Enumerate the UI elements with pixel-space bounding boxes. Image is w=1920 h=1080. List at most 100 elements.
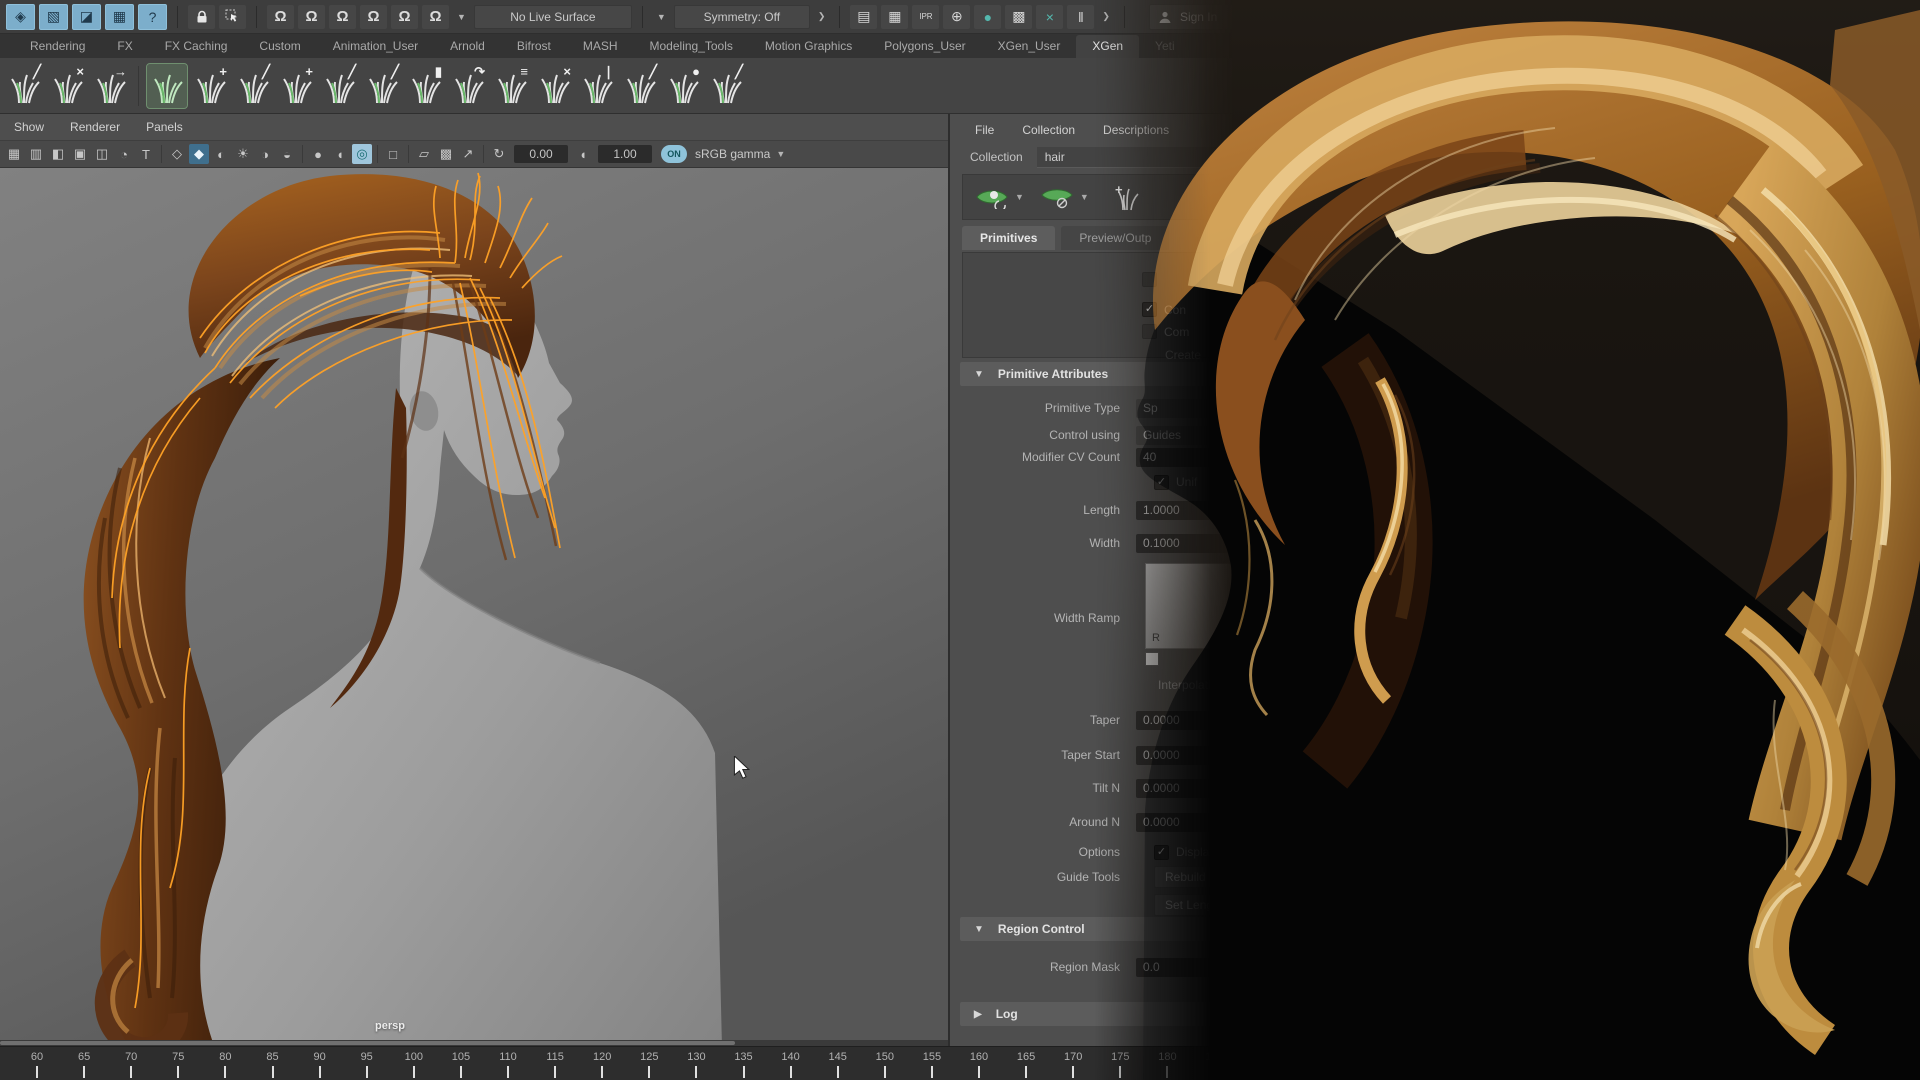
color-management-toggle[interactable]: ON (661, 145, 687, 163)
xgen-part-icon[interactable]: ╱ (620, 64, 660, 108)
pick-cursor-icon[interactable] (219, 5, 246, 29)
vp-xray-icon[interactable]: ◖ (330, 144, 350, 164)
render-frame-icon[interactable]: ▦ (881, 5, 908, 29)
region-mask-field[interactable]: 0.0 (1136, 958, 1247, 977)
xgen-tab-primitives[interactable]: Primitives (962, 226, 1055, 250)
xgen-delete-guide-icon[interactable]: × (47, 64, 87, 108)
shelf-tab-bifrost[interactable]: Bifrost (501, 35, 567, 58)
shelf-tab-fx[interactable]: FX (101, 35, 148, 58)
xgen-bend-icon[interactable]: ↷ (448, 64, 488, 108)
section-region-control[interactable]: ▼ Region Control (960, 917, 1585, 941)
exposure-field[interactable]: 0.00 (514, 145, 568, 163)
ramp-marker-handle[interactable] (1145, 652, 1159, 666)
vp-image-plane-icon[interactable]: ▱ (414, 144, 434, 164)
textured-sphere-icon[interactable]: ● (974, 5, 1001, 29)
chevron-down-icon[interactable]: ▼ (1015, 192, 1024, 202)
xgen-draw-guide-icon[interactable]: ╱ (4, 64, 44, 108)
vp-isolate-select-icon[interactable]: □ (383, 144, 403, 164)
attr-value-field[interactable]: 0.0000 (1136, 746, 1247, 765)
paint-effects-icon[interactable]: × (1036, 5, 1063, 29)
visibility-eye-icon[interactable] (975, 185, 1009, 209)
make-live-icon[interactable]: Ω (422, 5, 449, 29)
attr-dropdown[interactable]: Guides (1136, 426, 1247, 445)
collection-name-field[interactable]: hair (1037, 147, 1255, 168)
panel-menu-panels[interactable]: Panels (146, 120, 183, 134)
select-hierarchy-icon[interactable]: ◈ (6, 4, 35, 30)
gamma-field[interactable]: 1.00 (598, 145, 652, 163)
primitives-list[interactable] (962, 252, 1582, 358)
vp-film-gate-icon[interactable]: ▥ (26, 144, 46, 164)
xgen-freeze-icon[interactable]: ❘ (577, 64, 617, 108)
shelf-tab-xgen-user[interactable]: XGen_User (982, 35, 1077, 58)
checkbox-icon[interactable]: ✓ (1154, 845, 1169, 860)
time-slider[interactable]: 6065707580859095100105110115120125130135… (0, 1046, 1920, 1080)
shelf-tab-xgen[interactable]: XGen (1076, 35, 1139, 58)
panel-menu-show[interactable]: Show (14, 120, 44, 134)
xgen-add-guide-icon[interactable]: + (190, 64, 230, 108)
panel-menu-renderer[interactable]: Renderer (70, 120, 120, 134)
xgen-sculpt-guide-icon[interactable]: ╱ (233, 64, 273, 108)
xgen-menu-collection[interactable]: Collection (1022, 123, 1075, 137)
checkbox-icon[interactable] (1142, 272, 1157, 287)
attr-value-field[interactable]: 0.0000 (1136, 711, 1247, 730)
list-option-checkbox[interactable] (1142, 272, 1164, 287)
help-icon[interactable]: ? (138, 4, 167, 30)
snap-curve-icon[interactable]: Ω (298, 5, 325, 29)
preview-eye-off-icon[interactable] (1040, 185, 1074, 209)
list-option-checkbox[interactable]: Com (1142, 324, 1189, 339)
section-collapse-icon[interactable]: ❯ (818, 11, 826, 22)
attr-value-field[interactable]: 40 (1136, 448, 1247, 467)
shelf-tab-custom[interactable]: Custom (243, 35, 316, 58)
vp-gate-mask-icon[interactable]: ▣ (70, 144, 90, 164)
chevron-down-icon[interactable]: ▼ (1080, 192, 1089, 202)
display-settings-icon[interactable]: ▩ (1005, 5, 1032, 29)
snap-point-icon[interactable]: Ω (329, 5, 356, 29)
create-link[interactable]: Create (1165, 348, 1201, 362)
xgen-comb-icon[interactable]: ╱ (319, 64, 359, 108)
chevron-down-icon[interactable]: ▼ (457, 12, 466, 22)
shelf-tab-mash[interactable]: MASH (567, 35, 634, 58)
color-space-label[interactable]: sRGB gamma (695, 147, 770, 161)
vp-textured-icon[interactable]: ◐ (211, 144, 231, 164)
attr-value-field[interactable]: 0.0000 (1136, 779, 1247, 798)
sign-in-button[interactable]: Sign In ▼ (1149, 4, 1317, 30)
xgen-brush-icon[interactable]: ╱ (362, 64, 402, 108)
vp-wireframe-icon[interactable]: ◇ (167, 144, 187, 164)
xgen-rake-icon[interactable]: ≡ (491, 64, 531, 108)
vp-exposure-icon[interactable]: ↻ (489, 144, 509, 164)
lock-icon[interactable] (188, 5, 215, 29)
viewport-3d[interactable]: persp (0, 168, 948, 1048)
vp-resolution-gate-icon[interactable]: ◧ (48, 144, 68, 164)
vp-viewport2-icon[interactable]: ◎ (352, 144, 372, 164)
checkbox-icon[interactable]: ✓ (1142, 302, 1157, 317)
xgen-length-icon[interactable]: ▮ (405, 64, 445, 108)
select-component-icon[interactable]: ◪ (72, 4, 101, 30)
vp-shadows-icon[interactable]: ◑ (255, 144, 275, 164)
section-collapse-icon[interactable]: ❯ (1102, 11, 1110, 22)
shelf-tab-animation-user[interactable]: Animation_User (317, 35, 434, 58)
attr-value-field[interactable]: 0.0000 (1136, 813, 1247, 832)
shelf-tab-arnold[interactable]: Arnold (434, 35, 501, 58)
shelf-tab-motion-graphics[interactable]: Motion Graphics (749, 35, 868, 58)
xgen-menu-file[interactable]: File (975, 123, 994, 137)
xgen-place-icon[interactable]: ● (663, 64, 703, 108)
chevron-down-icon[interactable]: ▼ (776, 149, 785, 159)
section-log[interactable]: ▶ Log (960, 1002, 1585, 1026)
vp-safe-action-icon[interactable]: ◔ (114, 144, 134, 164)
chevron-down-icon[interactable]: ▼ (657, 12, 666, 22)
shelf-tab-rendering[interactable]: Rendering (14, 35, 101, 58)
vp-ao-icon[interactable]: ◒ (277, 144, 297, 164)
attr-value-field[interactable]: 0.1000 (1136, 534, 1247, 553)
checkbox-icon[interactable] (1142, 324, 1157, 339)
vp-shaded-icon[interactable]: ◆ (189, 144, 209, 164)
list-option-checkbox[interactable]: ✓Con (1142, 302, 1186, 317)
guide-tool-button[interactable]: Rebuild (1154, 866, 1276, 888)
vp-field-chart-icon[interactable]: ◫ (92, 144, 112, 164)
attr-dropdown[interactable]: Sp (1136, 399, 1247, 418)
select-object-icon[interactable]: ▧ (39, 4, 68, 30)
shelf-tab-modeling-tools[interactable]: Modeling_Tools (634, 35, 749, 58)
render-view-icon[interactable]: ▤ (850, 5, 877, 29)
select-character-icon[interactable]: ▦ (105, 4, 134, 30)
vp-snapshot-icon[interactable]: ▩ (436, 144, 456, 164)
snap-viewplane-icon[interactable]: Ω (391, 5, 418, 29)
